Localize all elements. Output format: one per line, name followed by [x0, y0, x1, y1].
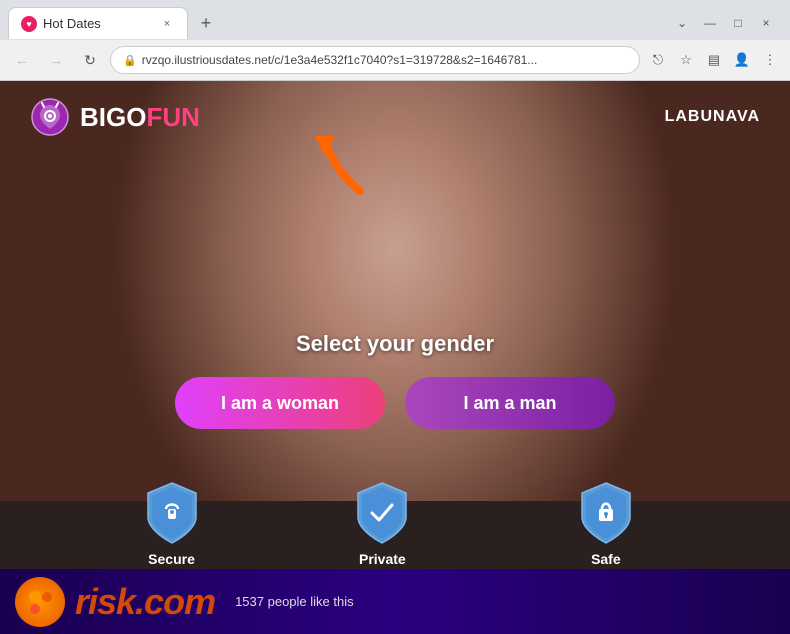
risk-logo-text: risk.com	[75, 581, 215, 623]
private-label: Private	[359, 551, 406, 567]
close-window-button[interactable]: ×	[754, 11, 778, 35]
man-button[interactable]: I am a man	[405, 377, 615, 429]
active-tab[interactable]: ♥ Hot Dates ×	[8, 7, 188, 39]
gender-buttons: I am a woman I am a man	[175, 377, 615, 429]
lock-icon: 🔒	[123, 54, 137, 67]
tab-title: Hot Dates	[43, 16, 151, 31]
tab-favicon: ♥	[21, 16, 37, 32]
tab-bar: ♥ Hot Dates × + ⌄ — □ ×	[0, 0, 790, 40]
menu-icon[interactable]: ⋮	[758, 48, 782, 72]
address-input[interactable]: 🔒 rvzqo.ilustriousdates.net/c/1e3a4e532f…	[110, 46, 640, 74]
page-content: BIGOFUN LABUNAVA Select your gender I am…	[0, 81, 790, 634]
share-icon[interactable]: ⎋	[646, 48, 670, 72]
tab-close-button[interactable]: ×	[159, 16, 175, 32]
social-icon	[15, 577, 65, 627]
browser-chrome: ♥ Hot Dates × + ⌄ — □ × ← → ↻ 🔒 rvzqo.il…	[0, 0, 790, 81]
url-text: rvzqo.ilustriousdates.net/c/1e3a4e532f1c…	[142, 53, 627, 67]
page-background: BIGOFUN LABUNAVA Select your gender I am…	[0, 81, 790, 634]
secure-label: Secure	[148, 551, 195, 567]
back-button[interactable]: ←	[8, 46, 36, 74]
safe-label: Safe	[591, 551, 621, 567]
social-count-text: 1537 people like this	[225, 594, 354, 609]
gender-title: Select your gender	[296, 331, 494, 357]
gender-section: Select your gender I am a woman I am a m…	[0, 331, 790, 429]
bookmark-icon[interactable]: ☆	[674, 48, 698, 72]
sidebar-icon[interactable]: ▤	[702, 48, 726, 72]
logo-text: BIGOFUN	[80, 102, 200, 133]
risk-logo-area: risk.com	[75, 581, 215, 623]
logo-nav[interactable]: LABUNAVA	[665, 108, 760, 126]
logo-bigo: BIGO	[80, 102, 146, 132]
logo-fun: FUN	[146, 102, 199, 132]
bottom-bar: risk.com 1537 people like this	[0, 569, 790, 634]
address-actions: ⎋ ☆ ▤ 👤 ⋮	[646, 48, 782, 72]
logo-left: BIGOFUN	[30, 97, 200, 137]
woman-button[interactable]: I am a woman	[175, 377, 385, 429]
window-controls: ⌄ — □ ×	[670, 11, 782, 35]
secure-shield-icon	[144, 481, 200, 545]
safe-shield-icon	[578, 481, 634, 545]
profile-icon[interactable]: 👤	[730, 48, 754, 72]
forward-button[interactable]: →	[42, 46, 70, 74]
private-shield-icon	[354, 481, 410, 545]
chevron-icon[interactable]: ⌄	[670, 11, 694, 35]
bigofun-icon	[30, 97, 70, 137]
reload-button[interactable]: ↻	[76, 46, 104, 74]
logo-bar: BIGOFUN LABUNAVA	[0, 81, 790, 153]
address-bar: ← → ↻ 🔒 rvzqo.ilustriousdates.net/c/1e3a…	[0, 40, 790, 80]
minimize-button[interactable]: —	[698, 11, 722, 35]
maximize-button[interactable]: □	[726, 11, 750, 35]
new-tab-button[interactable]: +	[192, 9, 220, 37]
